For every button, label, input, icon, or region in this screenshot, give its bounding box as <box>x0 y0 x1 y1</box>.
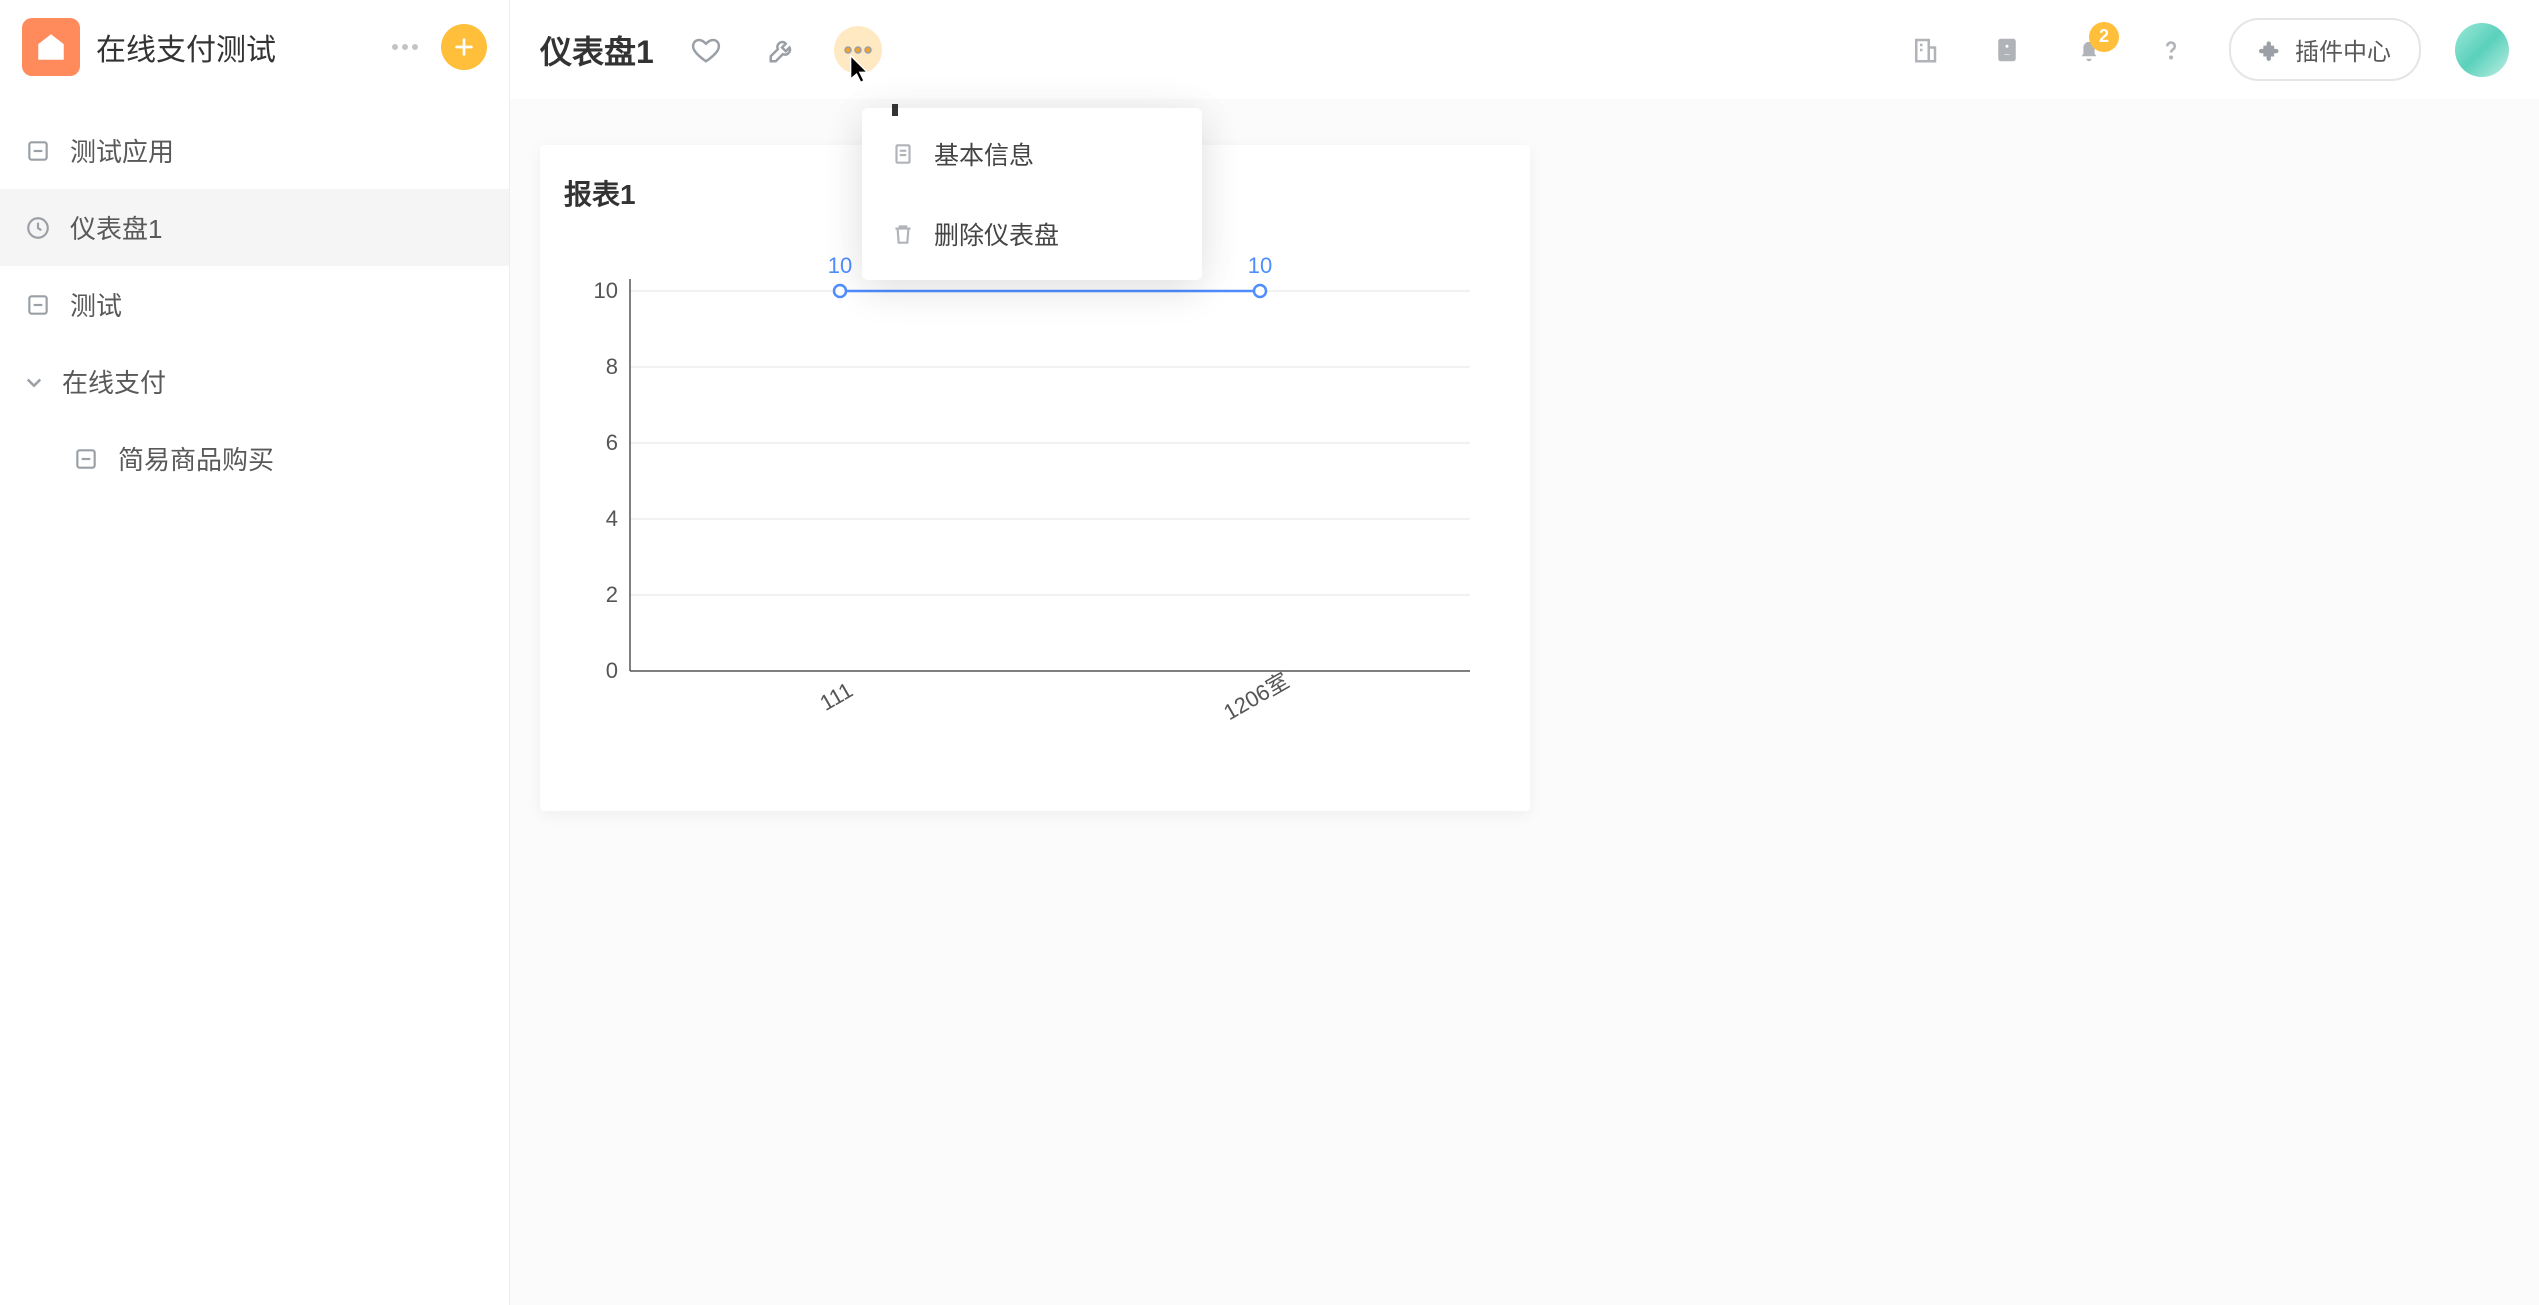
avatar[interactable] <box>2455 23 2509 77</box>
svg-text:8: 8 <box>606 354 618 379</box>
sidebar-header: 在线支付测试 <box>0 0 509 94</box>
doc-icon <box>890 141 916 167</box>
form-icon <box>72 445 100 473</box>
form-icon <box>24 291 52 319</box>
sidebar-nav: 测试应用 仪表盘1 测试 在线支付 简易商品购买 <box>0 94 509 497</box>
topbar-right: 2 插件中心 <box>1901 18 2509 81</box>
help-button[interactable] <box>2147 26 2195 74</box>
sidebar-item-label: 测试 <box>70 286 122 323</box>
dropdown-item-label: 删除仪表盘 <box>934 216 1059 252</box>
sidebar-item-label: 在线支付 <box>62 363 166 400</box>
page-title: 仪表盘1 <box>540 27 654 73</box>
building-icon[interactable] <box>1901 26 1949 74</box>
main: 仪表盘1 2 <box>510 0 2539 1305</box>
sidebar-item-test-app[interactable]: 测试应用 <box>0 112 509 189</box>
svg-text:4: 4 <box>606 506 618 531</box>
more-dropdown: 基本信息 删除仪表盘 <box>862 108 1202 280</box>
chevron-down-icon <box>24 372 44 392</box>
dropdown-item-label: 基本信息 <box>934 136 1034 172</box>
topbar: 仪表盘1 2 <box>510 0 2539 99</box>
contacts-icon[interactable] <box>1983 26 2031 74</box>
notification-button[interactable]: 2 <box>2065 26 2113 74</box>
svg-text:111: 111 <box>816 677 857 715</box>
sidebar-item-online-pay[interactable]: 在线支付 <box>0 343 509 420</box>
sidebar-item-dashboard1[interactable]: 仪表盘1 <box>0 189 509 266</box>
notification-badge: 2 <box>2089 22 2119 52</box>
svg-text:10: 10 <box>828 253 852 278</box>
plugin-center-label: 插件中心 <box>2295 32 2391 67</box>
plugin-center-button[interactable]: 插件中心 <box>2229 18 2421 81</box>
svg-text:0: 0 <box>606 658 618 683</box>
svg-text:6: 6 <box>606 430 618 455</box>
dropdown-delete-dashboard[interactable]: 删除仪表盘 <box>862 194 1202 274</box>
form-icon <box>24 137 52 165</box>
svg-text:10: 10 <box>1248 253 1272 278</box>
sidebar-item-simple-goods[interactable]: 简易商品购买 <box>0 420 509 497</box>
puzzle-icon <box>2259 37 2285 63</box>
sidebar-item-label: 仪表盘1 <box>70 209 162 246</box>
sidebar-item-label: 简易商品购买 <box>118 440 274 477</box>
trash-icon <box>890 221 916 247</box>
dropdown-basic-info[interactable]: 基本信息 <box>862 114 1202 194</box>
chart: 0 2 4 6 8 10 10 10 111 1206室 <box>560 221 1500 781</box>
clock-icon <box>24 214 52 242</box>
svg-text:2: 2 <box>606 582 618 607</box>
sidebar-add-button[interactable] <box>441 24 487 70</box>
favorite-button[interactable] <box>682 26 730 74</box>
svg-text:10: 10 <box>594 278 618 303</box>
wrench-button[interactable] <box>758 26 806 74</box>
sidebar-more-icon[interactable] <box>385 27 425 67</box>
sidebar-item-label: 测试应用 <box>70 132 174 169</box>
sidebar-item-test[interactable]: 测试 <box>0 266 509 343</box>
app-title: 在线支付测试 <box>96 25 369 69</box>
more-button[interactable] <box>834 26 882 74</box>
app-logo-icon <box>22 18 80 76</box>
content: 报表1 024681010101111206室 <box>510 99 2539 857</box>
svg-text:1206室: 1206室 <box>1219 668 1293 725</box>
sidebar: 在线支付测试 测试应用 仪表盘1 测试 <box>0 0 510 1305</box>
